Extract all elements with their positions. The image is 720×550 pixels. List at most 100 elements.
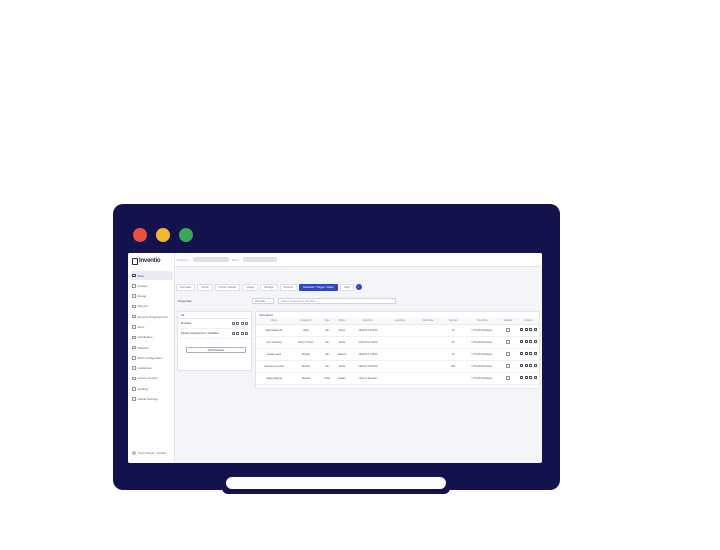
copy-icon[interactable] [524, 352, 528, 355]
delete-icon[interactable] [533, 364, 537, 367]
tab-bar: Overview Inputs Inputs / Details Usage Stora… [175, 282, 362, 292]
sidebar-item[interactable]: Recap [131, 292, 173, 301]
edit-icon[interactable] [520, 352, 524, 355]
enabled-checkbox[interactable] [506, 364, 510, 368]
table-cell: 2024-06-11 18:00 [350, 336, 386, 349]
enabled-checkbox[interactable] [506, 352, 510, 356]
link-icon[interactable] [529, 376, 533, 379]
table-cell: 2024-06-12 02:00 [350, 324, 386, 337]
sidebar-item-label: Reports [137, 304, 149, 309]
link-icon[interactable] [240, 332, 244, 335]
link-icon[interactable] [240, 322, 244, 325]
sidebar-item[interactable]: Reports [131, 302, 173, 311]
table-cell [386, 336, 414, 349]
sidebar-item[interactable]: Access Control [131, 374, 173, 383]
sidebar-item[interactable]: Docs [131, 322, 173, 331]
table-cell: Hook [320, 372, 334, 385]
sidebar-item[interactable]: BGP Configuration [131, 353, 173, 362]
enabled-checkbox[interactable] [506, 340, 510, 344]
schedules-panel: Schedules Name Frequency Type Status Next Ru… [255, 311, 541, 389]
delete-icon[interactable] [533, 328, 537, 331]
sidebar-item[interactable]: Auditing [131, 384, 173, 393]
table-cell [386, 348, 414, 361]
edit-icon[interactable] [520, 340, 524, 343]
list-item[interactable]: Pipeline Deployment / Variables [178, 329, 251, 339]
enabled-checkbox[interactable] [506, 376, 510, 380]
table-cell: Job [320, 360, 334, 373]
tab[interactable]: Schedule / Trigger / Delay [298, 283, 338, 291]
breadcrumb-flow[interactable]: Flow › [232, 258, 240, 262]
table-cell [386, 324, 414, 337]
table-cell: Ready [334, 372, 350, 385]
table-cell [386, 360, 414, 373]
nav-icon [132, 376, 136, 381]
row-actions [520, 376, 537, 379]
table-row[interactable]: deploy-staging Manual Hook Ready Run on dema… [256, 372, 541, 385]
user-profile[interactable]: Scott Wright · Details [132, 451, 166, 455]
tab[interactable]: Overview [176, 283, 196, 291]
link-icon[interactable] [529, 328, 533, 331]
table-row[interactable]: daily-backup-01 Daily Job Active 2024-06-12 … [256, 324, 541, 337]
breadcrumb-projects[interactable]: Projects › [177, 258, 190, 262]
add-schedule-button[interactable]: Add Schedule [186, 347, 246, 353]
breadcrumb-project-name[interactable] [192, 257, 229, 262]
sidebar-item[interactable]: Groups [131, 281, 173, 290]
sidebar-item-label: Docs [137, 324, 145, 329]
window-close-dot [133, 228, 147, 242]
edit-icon[interactable] [231, 332, 235, 335]
tab[interactable]: Inputs / Details [214, 283, 241, 291]
sidebar-item-label: Access Control [137, 376, 158, 381]
section-title: Properties [178, 299, 192, 303]
table-cell: Job [320, 348, 334, 361]
link-icon[interactable] [529, 340, 533, 343]
table-cell: 1d [442, 324, 464, 337]
copy-icon[interactable] [524, 340, 528, 343]
tab[interactable]: Usage [242, 283, 259, 291]
copy-icon[interactable] [524, 364, 528, 367]
delete-icon[interactable] [533, 340, 537, 343]
info-icon[interactable]: i [355, 284, 362, 290]
delete-icon[interactable] [533, 376, 537, 379]
table-row[interactable]: sync-inventory Every 6 Hours Job Active 2024… [256, 336, 541, 349]
delete-icon[interactable] [245, 332, 248, 335]
breadcrumb-flow-name[interactable] [242, 257, 277, 262]
copy-icon[interactable] [236, 322, 239, 325]
edit-icon[interactable] [231, 322, 235, 325]
brand-name: Inventio [139, 258, 161, 264]
row-actions [231, 332, 248, 335]
delete-icon[interactable] [533, 352, 537, 355]
brand-logo[interactable]: Inventio [132, 257, 161, 265]
search-input[interactable]: Search properties or add filter... [278, 298, 396, 304]
table-cell [414, 348, 442, 361]
enabled-checkbox[interactable] [506, 328, 510, 332]
link-icon[interactable] [529, 364, 533, 367]
table-cell [414, 372, 442, 385]
tab[interactable]: Storage [260, 283, 278, 291]
window-minimize-dot [156, 228, 170, 242]
field-select[interactable]: All Fields [252, 298, 274, 304]
edit-icon[interactable] [520, 328, 524, 331]
tab[interactable]: Tags [339, 283, 354, 291]
sidebar-item[interactable]: Guidelines [131, 364, 173, 373]
copy-icon[interactable] [524, 376, 528, 379]
edit-icon[interactable] [520, 364, 524, 367]
table-row[interactable]: weekly-report Weekly Job Paused 2024-06-17 0… [256, 348, 541, 361]
tab[interactable]: Outputs [279, 283, 297, 291]
edit-icon[interactable] [520, 376, 524, 379]
sidebar-item[interactable]: Certificates [131, 333, 173, 342]
copy-icon[interactable] [524, 328, 528, 331]
tab[interactable]: Inputs [197, 283, 213, 291]
row-actions [231, 322, 248, 325]
list-item[interactable]: Modules [178, 319, 251, 329]
link-icon[interactable] [529, 352, 533, 355]
sidebar-item[interactable]: Network [131, 343, 173, 352]
sidebar-item[interactable]: Flow [131, 271, 173, 280]
row-actions [520, 364, 537, 367]
sidebar-item[interactable]: Global Settings [131, 395, 173, 404]
delete-icon[interactable] [245, 322, 248, 325]
table-row[interactable]: cleanup-temp-files Monthly Job Active 2024-0… [256, 360, 541, 373]
window-maximize-dot [179, 228, 193, 242]
copy-icon[interactable] [236, 332, 239, 335]
logo-icon [132, 257, 138, 265]
sidebar-item[interactable]: Security Requirements [131, 312, 173, 321]
